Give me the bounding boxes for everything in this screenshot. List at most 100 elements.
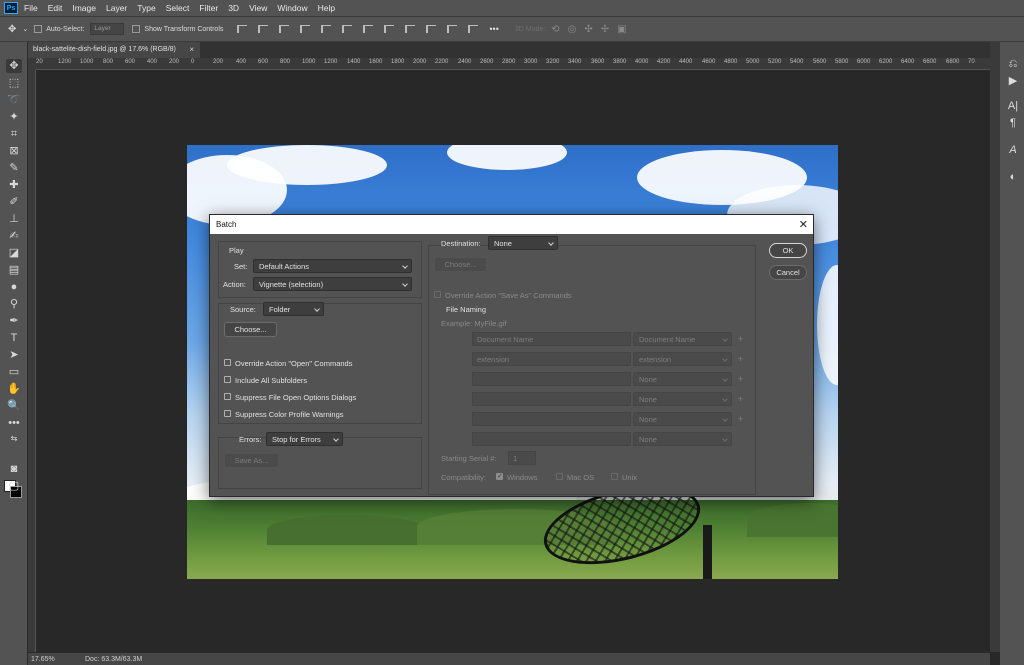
source-select[interactable]: Folder (263, 302, 324, 316)
override-save-as-checkbox[interactable] (434, 291, 441, 298)
glyphs-panel-icon[interactable]: A (1006, 143, 1020, 157)
action-select[interactable]: Vignette (selection) (253, 277, 412, 291)
compat-mac-checkbox[interactable] (556, 473, 563, 480)
menu-help[interactable]: Help (318, 3, 335, 13)
more-options-button[interactable]: ••• (489, 24, 498, 34)
swap-colors-icon[interactable]: ⇆ (6, 432, 22, 446)
compat-windows-checkbox[interactable] (496, 472, 503, 480)
add-naming-row-button[interactable]: + (738, 414, 743, 424)
suppress-open-options-checkbox[interactable] (224, 393, 231, 400)
move-tool-icon[interactable]: ✥ (6, 59, 22, 73)
starting-serial-input[interactable]: 1 (508, 451, 536, 465)
clone-stamp-tool-icon[interactable]: ⊥ (6, 212, 22, 226)
character-panel-icon[interactable]: A| (1006, 99, 1020, 113)
drag-3d-icon[interactable]: ✣ (584, 24, 592, 35)
override-open-checkbox[interactable] (224, 359, 231, 366)
marquee-tool-icon[interactable]: ⬚ (6, 76, 22, 90)
menu-filter[interactable]: Filter (199, 3, 218, 13)
menu-type[interactable]: Type (137, 3, 155, 13)
eraser-tool-icon[interactable]: ◪ (6, 246, 22, 260)
screen-mode-icon[interactable]: ▢ (6, 479, 22, 493)
show-transform-checkbox[interactable] (132, 25, 141, 33)
eyedropper-tool-icon[interactable]: ✎ (6, 161, 22, 175)
add-naming-row-button[interactable]: + (738, 334, 743, 344)
errors-save-as-button[interactable]: Save As... (224, 453, 279, 468)
source-choose-button[interactable]: Choose... (224, 322, 277, 337)
type-tool-icon[interactable]: T (6, 331, 22, 345)
file-naming-select[interactable]: Document Name (633, 332, 732, 346)
menu-3d[interactable]: 3D (228, 3, 239, 13)
destination-choose-button[interactable]: Choose... (434, 257, 487, 272)
frame-tool-icon[interactable]: ⊠ (6, 144, 22, 158)
menu-select[interactable]: Select (166, 3, 190, 13)
dodge-tool-icon[interactable]: ⚲ (6, 297, 22, 311)
menu-image[interactable]: Image (72, 3, 96, 13)
history-panel-icon[interactable]: ⎌ (1006, 57, 1020, 71)
hand-tool-icon[interactable]: ✋ (6, 382, 22, 396)
menu-view[interactable]: View (249, 3, 267, 13)
magic-wand-tool-icon[interactable]: ✦ (6, 110, 22, 124)
suppress-color-warnings-checkbox[interactable] (224, 410, 231, 417)
pen-tool-icon[interactable]: ✒ (6, 314, 22, 328)
file-naming-select[interactable]: None (633, 372, 732, 386)
roll-3d-icon[interactable]: ◎ (568, 24, 577, 35)
healing-brush-tool-icon[interactable]: ✚ (6, 178, 22, 192)
add-naming-row-button[interactable]: + (738, 374, 743, 384)
menu-file[interactable]: File (24, 3, 38, 13)
distribute-left-icon[interactable] (426, 25, 437, 33)
blur-tool-icon[interactable]: ● (6, 280, 22, 294)
file-naming-select[interactable]: extension (633, 352, 732, 366)
actions-panel-icon[interactable]: ▶ (1006, 74, 1020, 88)
align-bottom-icon[interactable] (279, 25, 290, 33)
close-tab-icon[interactable]: × (189, 45, 194, 54)
file-naming-select[interactable]: None (633, 432, 732, 446)
add-naming-row-button[interactable]: + (738, 394, 743, 404)
file-naming-field[interactable]: Document Name (472, 332, 631, 346)
align-right-icon[interactable] (342, 25, 353, 33)
zoom-level[interactable]: 17.65% (31, 656, 55, 663)
brushes-panel-icon[interactable]: ◐ (1006, 170, 1020, 184)
align-vertical-center-icon[interactable] (258, 25, 269, 33)
align-left-icon[interactable] (300, 25, 311, 33)
lasso-tool-icon[interactable]: ➰ (6, 93, 22, 107)
distribute-right-icon[interactable] (468, 25, 479, 33)
add-naming-row-button[interactable]: + (738, 354, 743, 364)
file-naming-field[interactable] (472, 432, 631, 446)
move-tool-icon[interactable]: ✥ (8, 24, 16, 35)
menu-window[interactable]: Window (277, 3, 307, 13)
zoom-tool-icon[interactable]: 🔍 (6, 399, 22, 413)
paragraph-panel-icon[interactable]: ¶ (1006, 116, 1020, 130)
gradient-tool-icon[interactable]: ▤ (6, 263, 22, 277)
set-select[interactable]: Default Actions (253, 259, 412, 273)
include-subfolders-checkbox[interactable] (224, 376, 231, 383)
distribute-vertical-icon[interactable] (384, 25, 395, 33)
distribute-bottom-icon[interactable] (405, 25, 416, 33)
destination-select[interactable]: None (488, 236, 558, 250)
menu-layer[interactable]: Layer (106, 3, 127, 13)
rectangle-tool-icon[interactable]: ▭ (6, 365, 22, 379)
align-horizontal-center-icon[interactable] (321, 25, 332, 33)
file-naming-field[interactable] (472, 412, 631, 426)
close-icon[interactable]: ✕ (799, 218, 808, 231)
slide-3d-icon[interactable]: ✢ (601, 24, 609, 35)
auto-select-target-select[interactable]: Layer (90, 23, 125, 35)
file-naming-field[interactable] (472, 392, 631, 406)
history-brush-tool-icon[interactable]: ✍ (6, 229, 22, 243)
auto-select-checkbox[interactable] (34, 25, 43, 33)
crop-tool-icon[interactable]: ⌗ (6, 127, 22, 141)
align-top-icon[interactable] (237, 25, 248, 33)
brush-tool-icon[interactable]: ✐ (6, 195, 22, 209)
document-tab[interactable]: black-sattelite-dish-field.jpg @ 17.6% (… (28, 42, 200, 58)
menu-edit[interactable]: Edit (48, 3, 63, 13)
orbit-3d-icon[interactable]: ⟲ (551, 24, 559, 35)
quick-mask-icon[interactable]: ◙ (6, 462, 22, 476)
errors-select[interactable]: Stop for Errors (266, 432, 343, 446)
camera-3d-icon[interactable]: ▣ (617, 24, 626, 35)
distribute-horizontal-icon[interactable] (447, 25, 458, 33)
compat-unix-checkbox[interactable] (611, 473, 618, 480)
edit-toolbar-icon[interactable]: ••• (6, 416, 22, 430)
cancel-button[interactable]: Cancel (769, 265, 807, 280)
path-selection-tool-icon[interactable]: ➤ (6, 348, 22, 362)
ok-button[interactable]: OK (769, 243, 807, 258)
file-naming-field[interactable]: extension (472, 352, 631, 366)
